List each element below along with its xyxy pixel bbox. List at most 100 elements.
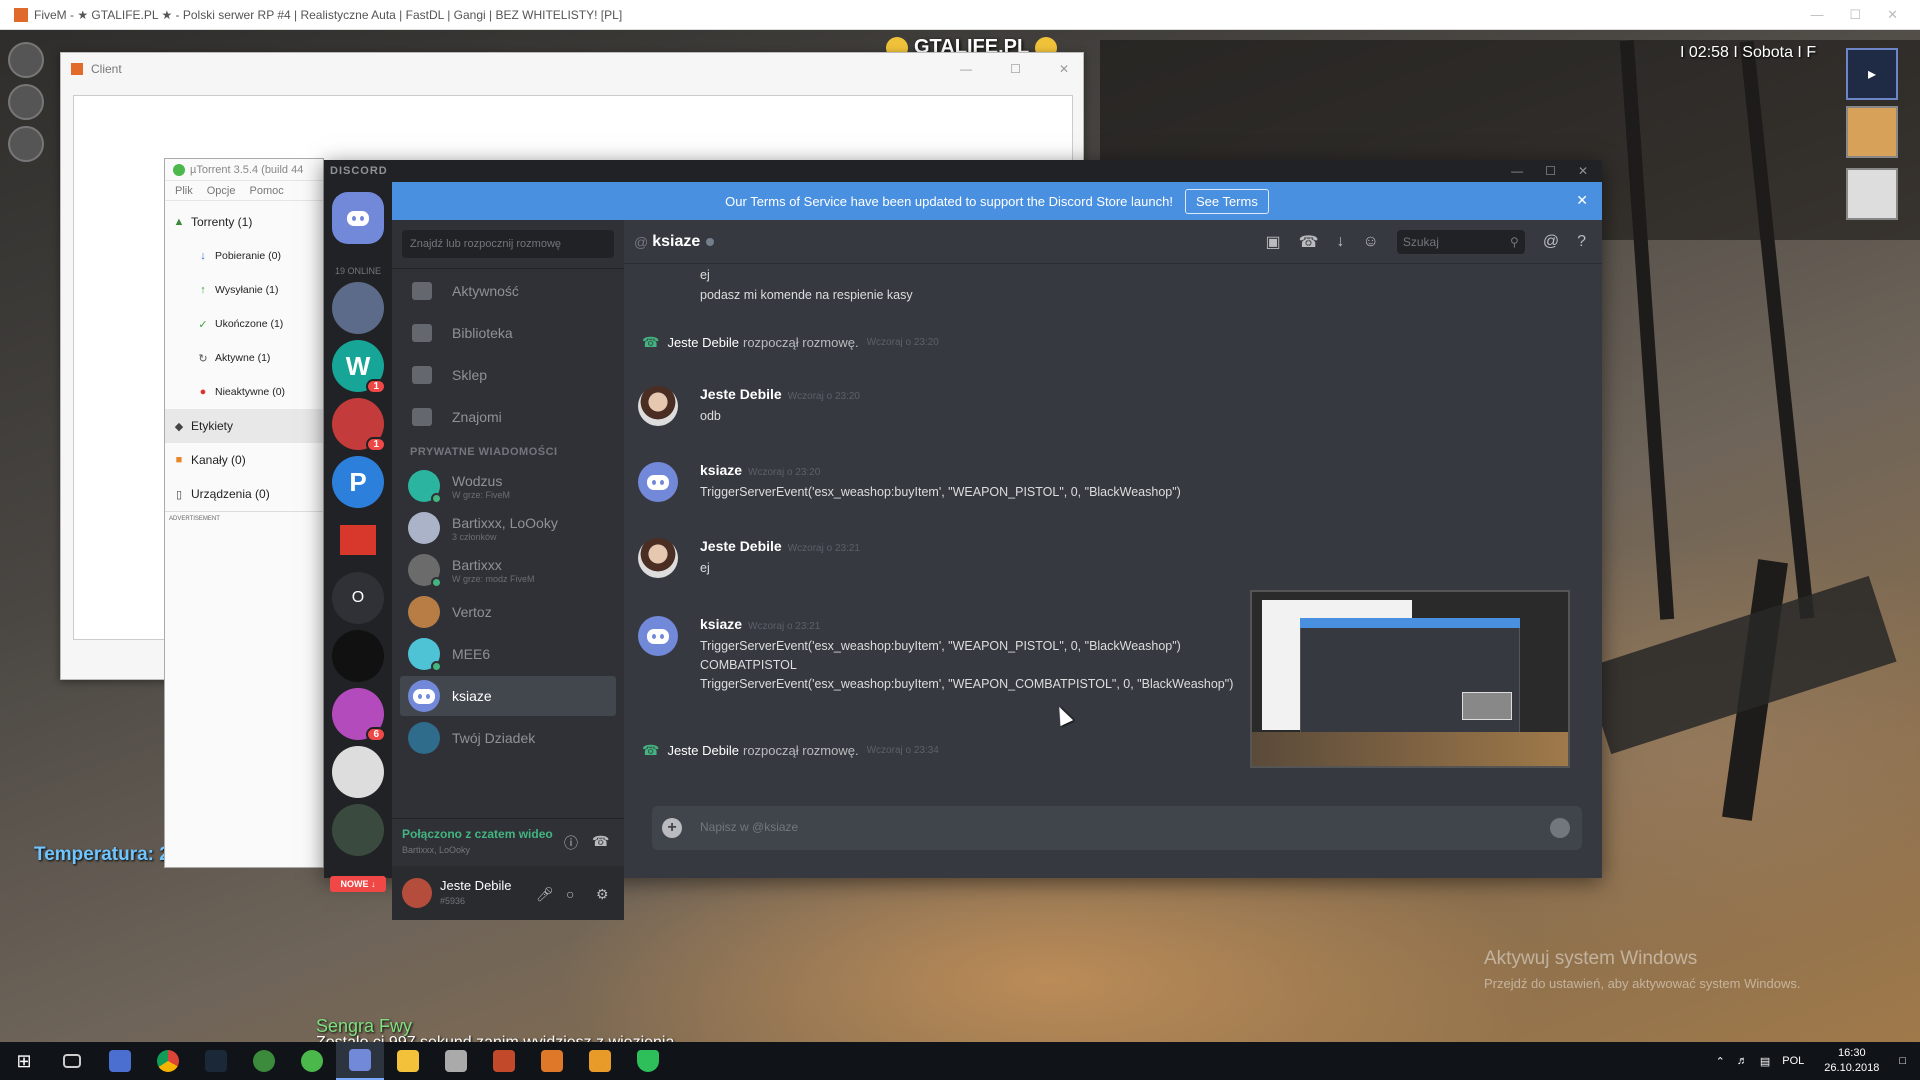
message-author[interactable]: ksiaze: [700, 462, 742, 478]
headphones-icon[interactable]: ○: [566, 886, 574, 902]
network-icon[interactable]: ▤: [1760, 1055, 1770, 1068]
tree-item-label: Torrenty (1): [191, 215, 253, 229]
video-camera-icon[interactable]: ▸: [1846, 48, 1898, 100]
emoji-picker-icon[interactable]: [1550, 818, 1570, 838]
maximize-icon[interactable]: ☐: [1849, 7, 1861, 23]
tree-item-wysylanie[interactable]: ↑ Wysyłanie (1): [165, 273, 323, 307]
nav-store[interactable]: Sklep: [400, 356, 616, 394]
tree-item-torrenty[interactable]: ▲ Torrenty (1): [165, 205, 323, 239]
tree-item-kanaly[interactable]: ■ Kanały (0): [165, 443, 323, 477]
steam-icon[interactable]: [192, 1042, 240, 1080]
message-composer[interactable]: + Napisz w @ksiaze: [652, 806, 1582, 850]
server-icon[interactable]: 1: [332, 398, 386, 452]
taskbar-app-icon[interactable]: [576, 1042, 624, 1080]
menu-pomoc[interactable]: Pomoc: [249, 185, 283, 197]
phone-call-icon[interactable]: ☎: [1299, 232, 1319, 252]
volume-icon[interactable]: ♬: [1737, 1055, 1748, 1067]
tree-item-aktywne[interactable]: ↻ Aktywne (1): [165, 341, 323, 375]
help-icon[interactable]: ?: [1577, 233, 1586, 251]
dm-item-twoj-dziadek[interactable]: Twój Dziadek: [400, 718, 616, 758]
menu-opcje[interactable]: Opcje: [207, 185, 236, 197]
minimize-icon[interactable]: —: [960, 62, 972, 76]
upload-plus-icon[interactable]: +: [662, 818, 682, 838]
server-icon[interactable]: [332, 630, 384, 682]
file-explorer-icon[interactable]: [384, 1042, 432, 1080]
fivem-titlebar: FiveM - ★ GTALIFE.PL ★ - Polski serwer R…: [0, 0, 1920, 30]
taskbar-app-icon[interactable]: [480, 1042, 528, 1080]
server-icon[interactable]: O: [332, 572, 384, 624]
dm-item-bartixxx[interactable]: Bartixxx W grze: modz FiveM: [400, 550, 616, 590]
server-icon[interactable]: W1: [332, 340, 386, 394]
discord-titlebar: DISCORD — ☐ ✕: [324, 160, 1602, 182]
maximize-icon[interactable]: ☐: [1010, 62, 1021, 76]
task-view-icon[interactable]: [48, 1042, 96, 1080]
mention-icon[interactable]: @: [1543, 233, 1559, 251]
message-author[interactable]: Jeste Debile: [700, 538, 782, 554]
info-icon[interactable]: ⓘ: [564, 833, 578, 853]
tree-item-nieaktywne[interactable]: ● Nieaktywne (0): [165, 375, 323, 409]
discord-taskbar-icon[interactable]: [336, 1042, 384, 1080]
notifications-icon[interactable]: □: [1899, 1055, 1906, 1067]
tree-item-pobieranie[interactable]: ↓ Pobieranie (0): [165, 239, 323, 273]
chrome-icon[interactable]: [144, 1042, 192, 1080]
taskbar-app-icon[interactable]: [96, 1042, 144, 1080]
close-icon[interactable]: ✕: [1578, 164, 1588, 178]
taskbar-app-icon[interactable]: [432, 1042, 480, 1080]
add-friend-icon[interactable]: ☺: [1363, 233, 1379, 251]
maximize-icon[interactable]: ☐: [1545, 164, 1556, 178]
close-icon[interactable]: ✕: [1576, 192, 1588, 209]
disconnect-icon[interactable]: ☎: [592, 833, 609, 850]
utorrent-icon[interactable]: [288, 1042, 336, 1080]
gear-icon[interactable]: ⚙: [596, 886, 609, 903]
dm-item-vertoz[interactable]: Vertoz: [400, 592, 616, 632]
server-icon[interactable]: [332, 746, 384, 798]
menu-plik[interactable]: Plik: [175, 185, 193, 197]
screen-share-preview[interactable]: [1250, 590, 1570, 768]
server-icon[interactable]: [332, 804, 384, 856]
taskbar-app-icon[interactable]: [240, 1042, 288, 1080]
taskbar-app-icon[interactable]: [528, 1042, 576, 1080]
tree-item-etykiety[interactable]: ◆ Etykiety: [165, 409, 323, 443]
server-icon[interactable]: 6: [332, 688, 386, 742]
close-icon[interactable]: ✕: [1887, 7, 1898, 23]
tree-item-label: Ukończone (1): [215, 318, 284, 330]
minimize-icon[interactable]: —: [1810, 7, 1823, 23]
dm-item-mee6[interactable]: MEE6: [400, 634, 616, 674]
shield-icon[interactable]: [624, 1042, 672, 1080]
discord-home-button[interactable]: [332, 192, 384, 244]
nav-library[interactable]: Biblioteka: [400, 314, 616, 352]
dm-item-wodzus[interactable]: Wodzus W grze: FiveM: [400, 466, 616, 506]
game-clock: I 02:58 I Sobota I F: [1680, 44, 1817, 61]
see-terms-button[interactable]: See Terms: [1184, 188, 1269, 214]
message-author[interactable]: ksiaze: [700, 616, 742, 632]
server-icon[interactable]: [332, 514, 384, 566]
new-unreads-badge[interactable]: NOWE ↓: [330, 876, 386, 892]
nav-activity[interactable]: Aktywność: [400, 272, 616, 310]
dm-item-ksiaze[interactable]: ksiaze: [400, 676, 616, 716]
message-timestamp: Wczoraj o 23:21: [748, 621, 821, 632]
voice-participants: Bartixxx, LoOoky: [402, 845, 471, 855]
tree-item-urzadzenia[interactable]: ▯ Urządzenia (0): [165, 477, 323, 511]
close-icon[interactable]: ✕: [1059, 62, 1069, 76]
pin-icon[interactable]: ↓: [1337, 233, 1345, 251]
avatar: [638, 462, 678, 502]
windows-activation-watermark: Aktywuj system Windows Przejdź do ustawi…: [1484, 948, 1800, 991]
dm-subtext: W grze: modz FiveM: [452, 573, 535, 584]
windows-start-icon[interactable]: ⊞: [0, 1042, 48, 1080]
server-icon[interactable]: [332, 282, 384, 334]
video-call-icon[interactable]: ▣: [1265, 232, 1280, 252]
microphone-icon[interactable]: 🎤︎: [536, 886, 554, 903]
client-titlebar: Client — ☐ ✕: [61, 53, 1083, 85]
chat-search-input[interactable]: Szukaj ⚲: [1396, 230, 1525, 254]
nav-friends[interactable]: Znajomi: [400, 398, 616, 436]
tree-item-ukonczone[interactable]: ✓ Ukończone (1): [165, 307, 323, 341]
minimize-icon[interactable]: —: [1511, 164, 1523, 178]
taskbar-clock[interactable]: 16:30 26.10.2018: [1824, 1046, 1879, 1076]
inactive-icon: ●: [199, 386, 207, 398]
server-icon[interactable]: P: [332, 456, 384, 508]
chevron-up-icon[interactable]: ⌃: [1716, 1055, 1725, 1068]
find-conversation-input[interactable]: Znajdź lub rozpocznij rozmowę: [402, 230, 614, 258]
dm-item-group[interactable]: Bartixxx, LoOoky 3 członków: [400, 508, 616, 548]
message-author[interactable]: Jeste Debile: [700, 386, 782, 402]
language-indicator[interactable]: POL: [1782, 1055, 1804, 1067]
